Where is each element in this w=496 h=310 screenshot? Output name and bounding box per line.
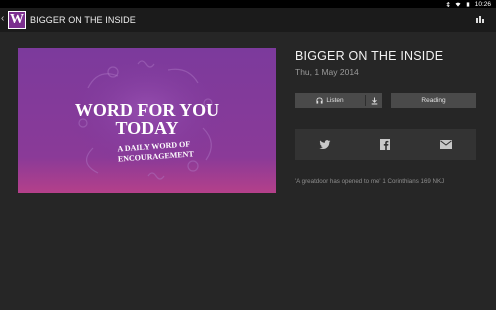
episode-title: BIGGER ON THE INSIDE — [295, 49, 444, 63]
share-icon[interactable] — [475, 14, 485, 24]
share-bar — [295, 129, 476, 160]
download-button[interactable] — [366, 93, 382, 108]
facebook-button[interactable] — [355, 129, 415, 160]
reading-button[interactable]: Reading — [391, 93, 476, 108]
listen-label: Listen — [326, 97, 344, 104]
twitter-button[interactable] — [295, 129, 355, 160]
artwork-title-line2: TODAY — [115, 118, 178, 138]
back-chevron-icon[interactable]: ‹ — [1, 13, 4, 25]
artwork-title-line1: WORD FOR YOU — [75, 100, 219, 120]
episode-date: Thu, 1 May 2014 — [295, 67, 359, 77]
email-button[interactable] — [416, 129, 476, 160]
reading-label: Reading — [421, 97, 446, 104]
episode-artwork: WORD FOR YOU TODAY A DAILY WORD OF ENCOU… — [18, 48, 276, 193]
app-bar-title: BIGGER ON THE INSIDE — [30, 15, 136, 25]
battery-icon — [466, 1, 469, 7]
facebook-icon — [380, 139, 391, 150]
scripture-quote: 'A greatdoor has opened to me' 1 Corinth… — [295, 178, 445, 185]
bluetooth-icon — [446, 1, 450, 7]
app-bar: ‹ W BIGGER ON THE INSIDE — [0, 8, 496, 32]
status-time: 10:26 — [474, 0, 491, 8]
status-icons: 10:26 — [445, 0, 491, 8]
twitter-icon — [319, 139, 331, 149]
download-icon — [371, 97, 377, 104]
app-logo[interactable]: W — [8, 11, 26, 29]
listen-button-group: Listen — [295, 93, 382, 108]
email-icon — [439, 140, 452, 149]
wifi-icon — [455, 2, 461, 7]
headphones-icon — [316, 97, 323, 104]
status-bar: 10:26 — [0, 0, 496, 8]
app-logo-letter: W — [10, 12, 24, 27]
listen-button[interactable]: Listen — [295, 93, 365, 108]
